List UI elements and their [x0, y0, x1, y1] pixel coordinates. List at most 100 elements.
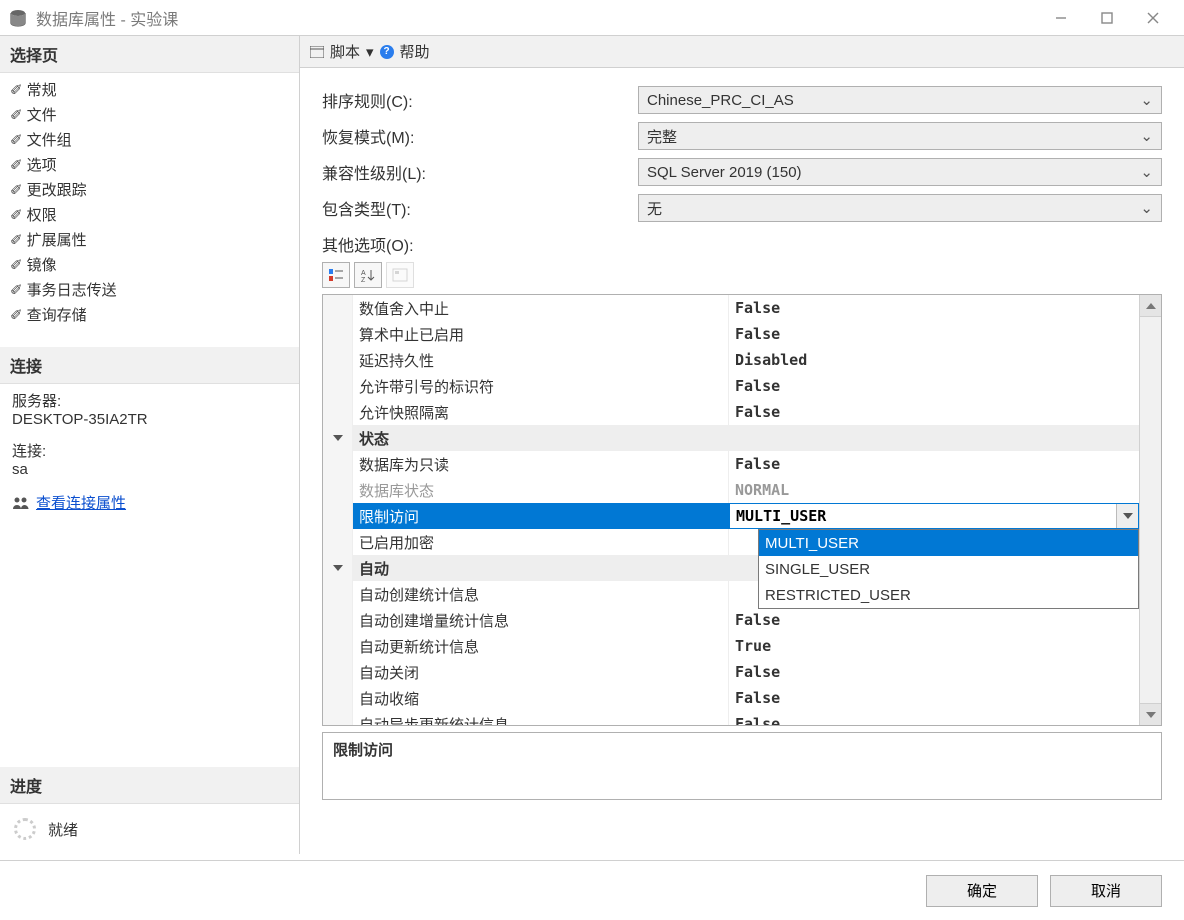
property-row[interactable]: 自动异步更新统计信息False: [323, 711, 1139, 725]
sidebar-item[interactable]: ✐事务日志传送: [0, 277, 299, 302]
property-label: 自动更新统计信息: [353, 633, 729, 659]
collation-label: 排序规则(C):: [322, 88, 638, 112]
dropdown-arrow-icon[interactable]: ▾: [366, 43, 374, 61]
alphabetical-view-button[interactable]: AZ: [354, 262, 382, 288]
select-page-head: 选择页: [0, 36, 299, 73]
sidebar-item-label: 权限: [27, 204, 57, 225]
connection-head: 连接: [0, 347, 299, 384]
property-row[interactable]: 数据库状态NORMAL: [323, 477, 1139, 503]
property-label: 算术中止已启用: [353, 321, 729, 347]
property-value[interactable]: False: [729, 295, 1139, 321]
containment-select[interactable]: 无⌄: [638, 194, 1162, 222]
property-grid: 数值舍入中止False算术中止已启用False延迟持久性Disabled允许带引…: [322, 294, 1162, 726]
expand-toggle[interactable]: [323, 347, 353, 373]
chevron-down-icon[interactable]: [1116, 504, 1138, 528]
expand-toggle[interactable]: [323, 503, 353, 529]
cancel-button[interactable]: 取消: [1050, 875, 1162, 907]
database-icon: [8, 8, 28, 28]
sidebar-item[interactable]: ✐镜像: [0, 252, 299, 277]
sidebar-item[interactable]: ✐扩展属性: [0, 227, 299, 252]
sidebar-item[interactable]: ✐权限: [0, 202, 299, 227]
property-row[interactable]: 限制访问MULTI_USER: [323, 503, 1139, 529]
recovery-select[interactable]: 完整⌄: [638, 122, 1162, 150]
categorized-view-button[interactable]: [322, 262, 350, 288]
compat-label: 兼容性级别(L):: [322, 160, 638, 184]
property-label: 允许快照隔离: [353, 399, 729, 425]
property-row[interactable]: 自动创建增量统计信息False: [323, 607, 1139, 633]
sidebar-item[interactable]: ✐更改跟踪: [0, 177, 299, 202]
connection-label: 连接:: [12, 440, 287, 461]
property-value[interactable]: [729, 425, 1139, 451]
dropdown-option[interactable]: SINGLE_USER: [759, 556, 1138, 582]
property-label: 数据库为只读: [353, 451, 729, 477]
property-value[interactable]: False: [729, 659, 1139, 685]
sidebar: 选择页 ✐常规✐文件✐文件组✐选项✐更改跟踪✐权限✐扩展属性✐镜像✐事务日志传送…: [0, 36, 300, 854]
property-value[interactable]: True: [729, 633, 1139, 659]
expand-toggle[interactable]: [323, 607, 353, 633]
property-row[interactable]: 允许带引号的标识符False: [323, 373, 1139, 399]
minimize-button[interactable]: [1038, 2, 1084, 34]
expand-toggle[interactable]: [323, 477, 353, 503]
sidebar-item[interactable]: ✐文件: [0, 102, 299, 127]
server-label: 服务器:: [12, 390, 287, 411]
expand-toggle[interactable]: [323, 659, 353, 685]
property-value[interactable]: False: [729, 685, 1139, 711]
wrench-icon: ✐: [10, 281, 23, 299]
collation-select[interactable]: Chinese_PRC_CI_AS⌄: [638, 86, 1162, 114]
property-value[interactable]: NORMAL: [729, 477, 1139, 503]
property-value[interactable]: False: [729, 451, 1139, 477]
property-value[interactable]: MULTI_USER: [729, 503, 1139, 529]
property-row[interactable]: 数值舍入中止False: [323, 295, 1139, 321]
property-label: 自动收缩: [353, 685, 729, 711]
restrict-access-dropdown[interactable]: MULTI_USERSINGLE_USERRESTRICTED_USER: [758, 529, 1139, 609]
script-button[interactable]: 脚本: [330, 41, 360, 62]
expand-toggle[interactable]: [323, 321, 353, 347]
expand-toggle[interactable]: [323, 685, 353, 711]
ok-button[interactable]: 确定: [926, 875, 1038, 907]
property-row[interactable]: 延迟持久性Disabled: [323, 347, 1139, 373]
sidebar-item[interactable]: ✐文件组: [0, 127, 299, 152]
property-row[interactable]: 状态: [323, 425, 1139, 451]
property-row[interactable]: 数据库为只读False: [323, 451, 1139, 477]
sidebar-item[interactable]: ✐选项: [0, 152, 299, 177]
expand-toggle[interactable]: [323, 633, 353, 659]
connection-value: sa: [12, 461, 287, 478]
property-value[interactable]: False: [729, 399, 1139, 425]
toolbar: 脚本 ▾ ? 帮助: [300, 36, 1184, 68]
wrench-icon: ✐: [10, 106, 23, 124]
sidebar-item-label: 查询存储: [27, 304, 87, 325]
expand-toggle[interactable]: [323, 529, 353, 555]
scroll-down-icon[interactable]: [1140, 703, 1161, 725]
dropdown-option[interactable]: MULTI_USER: [759, 530, 1138, 556]
property-label: 允许带引号的标识符: [353, 373, 729, 399]
property-value[interactable]: Disabled: [729, 347, 1139, 373]
property-value[interactable]: False: [729, 711, 1139, 725]
expand-toggle[interactable]: [323, 373, 353, 399]
property-value[interactable]: False: [729, 321, 1139, 347]
expand-toggle[interactable]: [323, 711, 353, 725]
property-row[interactable]: 算术中止已启用False: [323, 321, 1139, 347]
expand-toggle[interactable]: [323, 451, 353, 477]
property-value[interactable]: False: [729, 607, 1139, 633]
maximize-button[interactable]: [1084, 2, 1130, 34]
sidebar-item[interactable]: ✐常规: [0, 77, 299, 102]
expand-toggle[interactable]: [323, 399, 353, 425]
scrollbar[interactable]: [1139, 295, 1161, 725]
svg-text:A: A: [361, 270, 366, 277]
dropdown-option[interactable]: RESTRICTED_USER: [759, 582, 1138, 608]
view-connection-link[interactable]: 查看连接属性: [36, 492, 126, 513]
expand-toggle[interactable]: [323, 581, 353, 607]
property-row[interactable]: 自动更新统计信息True: [323, 633, 1139, 659]
sidebar-item[interactable]: ✐查询存储: [0, 302, 299, 327]
scroll-up-icon[interactable]: [1140, 295, 1161, 317]
property-value[interactable]: False: [729, 373, 1139, 399]
help-button[interactable]: 帮助: [400, 41, 430, 62]
property-label: 状态: [353, 425, 729, 451]
compat-select[interactable]: SQL Server 2019 (150)⌄: [638, 158, 1162, 186]
close-button[interactable]: [1130, 2, 1176, 34]
expand-toggle[interactable]: [323, 295, 353, 321]
window-title: 数据库属性 - 实验课: [36, 6, 178, 30]
property-row[interactable]: 自动收缩False: [323, 685, 1139, 711]
property-row[interactable]: 自动关闭False: [323, 659, 1139, 685]
property-row[interactable]: 允许快照隔离False: [323, 399, 1139, 425]
